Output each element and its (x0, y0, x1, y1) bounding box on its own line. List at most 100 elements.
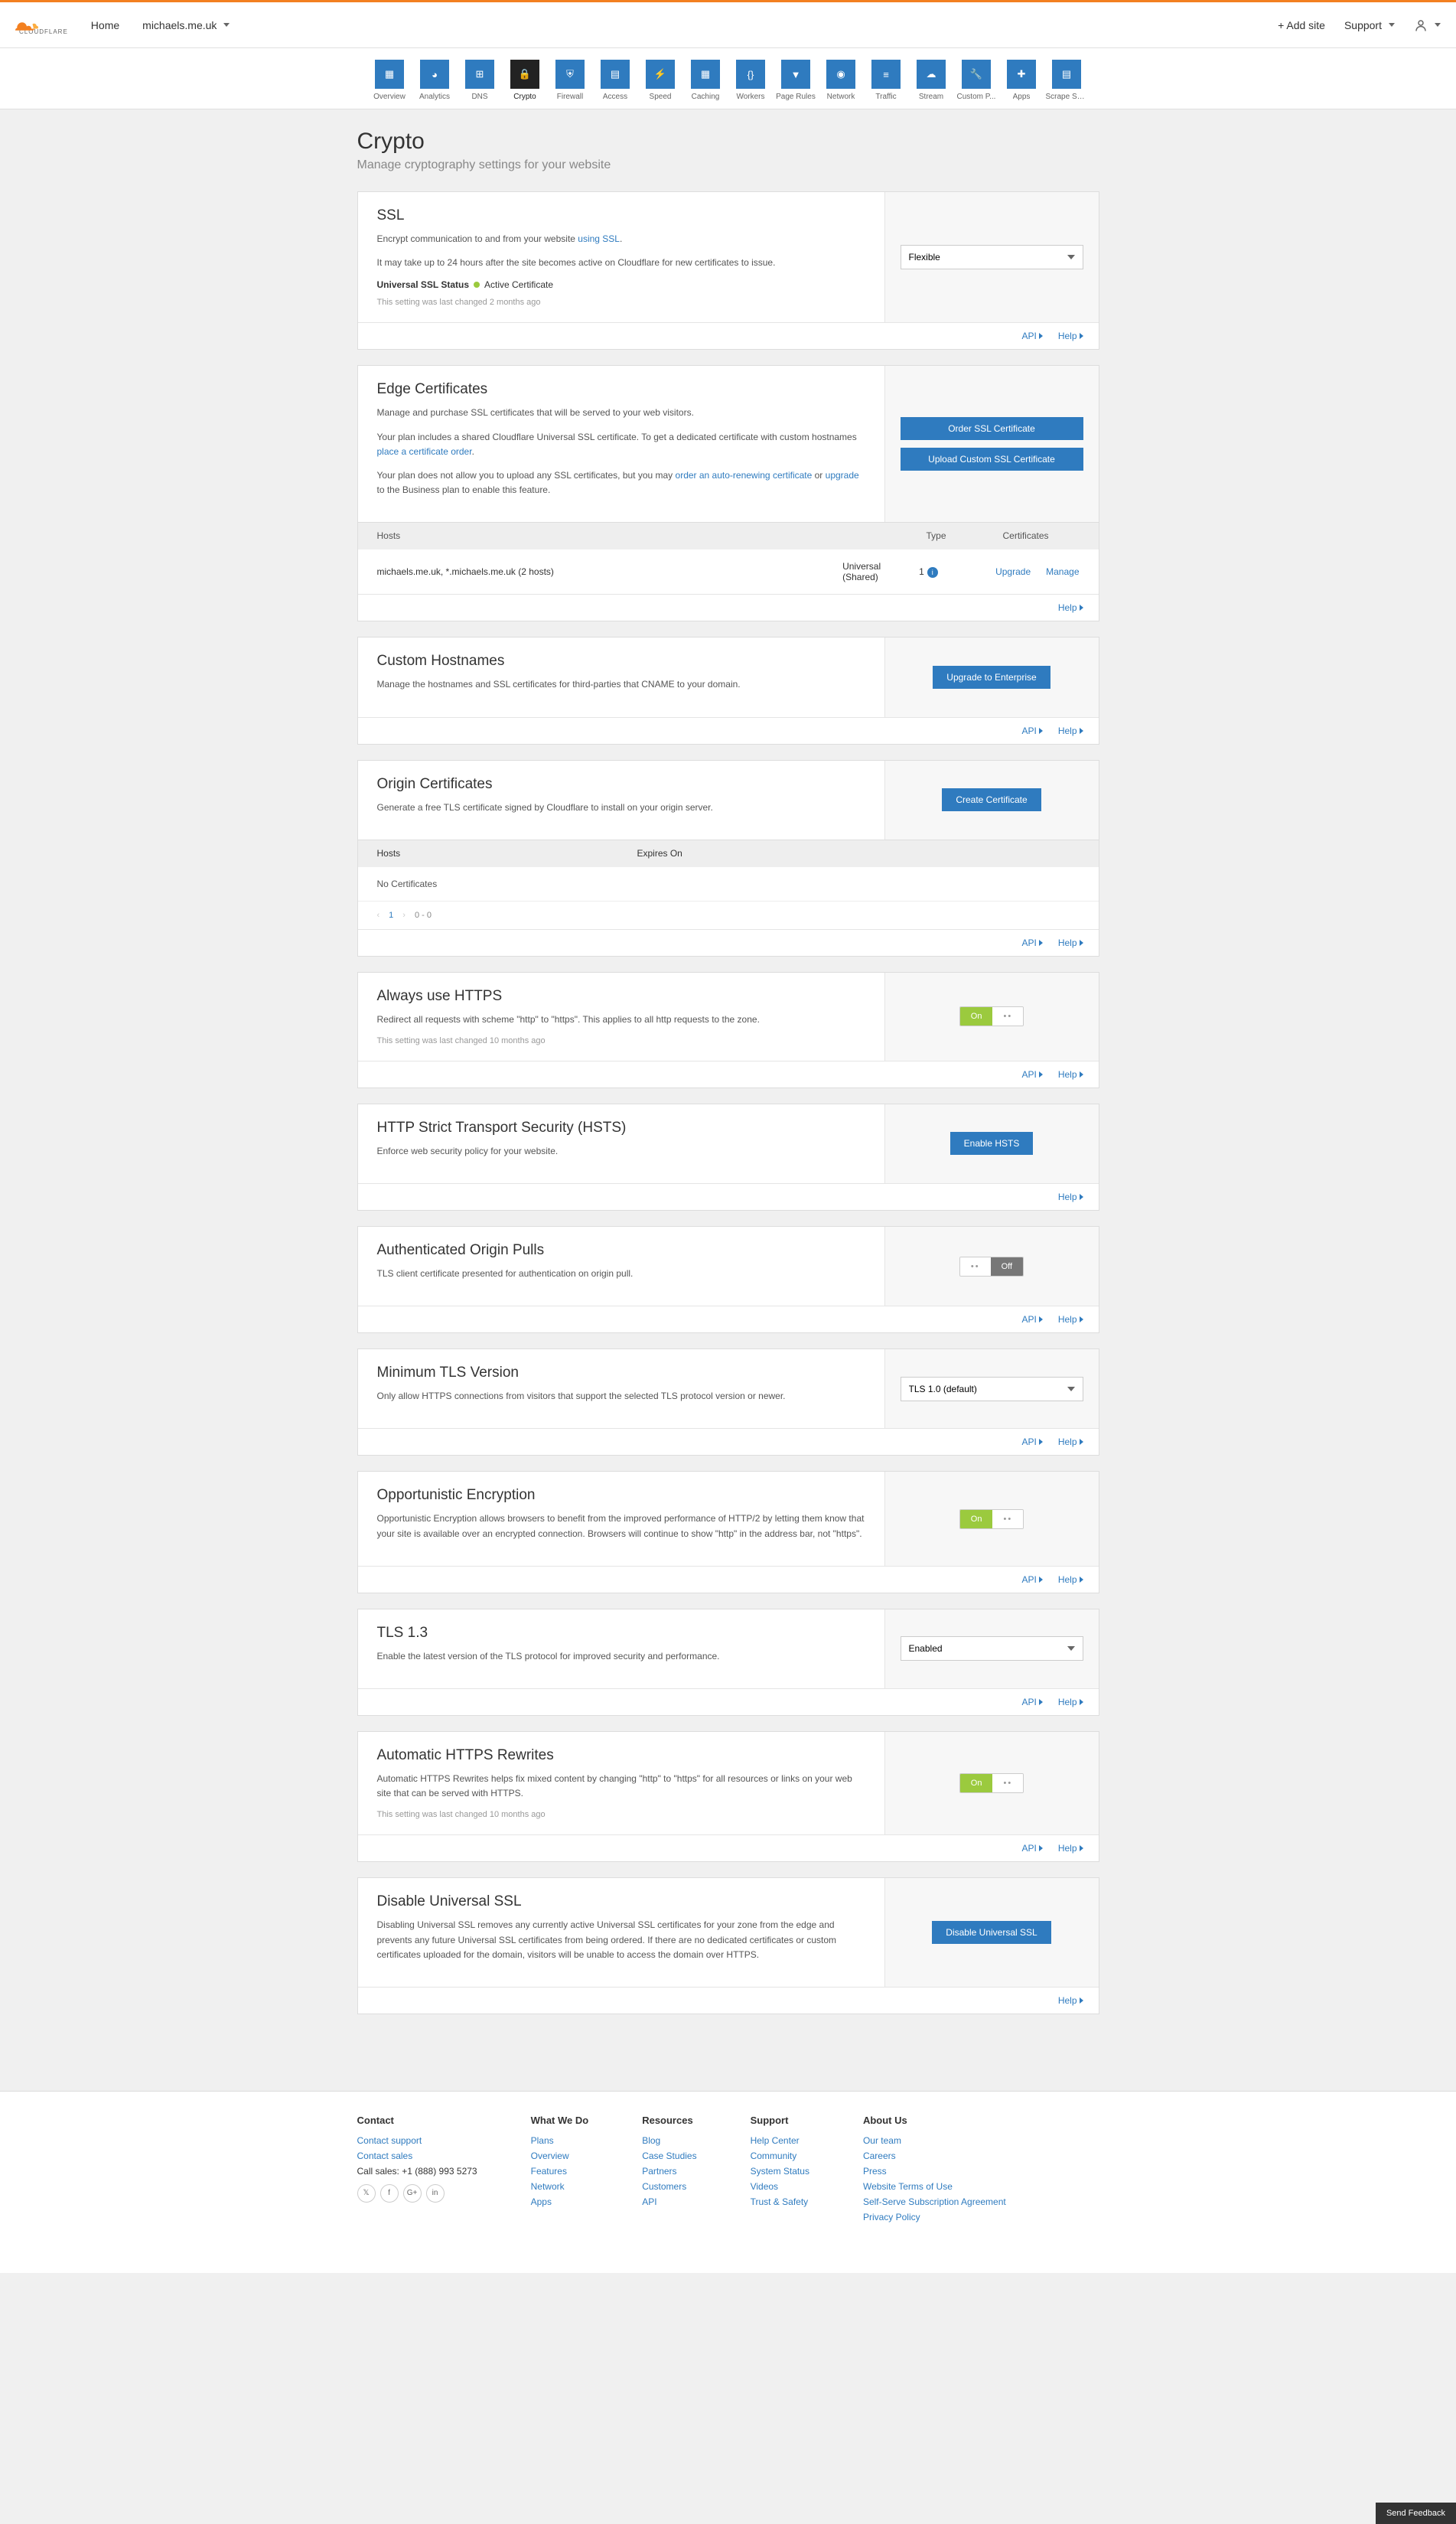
linkedin-icon[interactable]: in (426, 2184, 445, 2203)
min-tls-select[interactable]: TLS 1.0 (default) (901, 1377, 1083, 1401)
tab-crypto[interactable]: 🔒Crypto (504, 60, 546, 101)
footer-link[interactable]: Our team (863, 2135, 1006, 2146)
api-link[interactable]: API (1021, 1697, 1042, 1707)
page-prev[interactable]: ‹ (377, 911, 380, 920)
footer-link[interactable]: Contact support (357, 2135, 477, 2146)
tab-stream[interactable]: ☁Stream (910, 60, 953, 101)
footer-link[interactable]: System Status (751, 2166, 809, 2177)
support-link[interactable]: Support (1344, 19, 1395, 31)
card-title: Minimum TLS Version (377, 1365, 865, 1381)
site-footer: Contact Contact support Contact sales Ca… (0, 2091, 1456, 2273)
disable-universal-ssl-button[interactable]: Disable Universal SSL (932, 1921, 1050, 1944)
upgrade-enterprise-button[interactable]: Upgrade to Enterprise (933, 666, 1050, 689)
footer-link[interactable]: Network (531, 2181, 589, 2192)
help-link[interactable]: Help (1058, 1069, 1083, 1080)
tab-access[interactable]: ▤Access (594, 60, 637, 101)
tab-label: Scrape Sh... (1046, 93, 1088, 101)
auth-origin-toggle[interactable]: •• Off (959, 1257, 1024, 1277)
api-link[interactable]: API (1021, 726, 1042, 736)
footer-link[interactable]: Partners (642, 2166, 696, 2177)
auto-rewrites-toggle[interactable]: On •• (959, 1773, 1024, 1793)
enable-hsts-button[interactable]: Enable HSTS (950, 1132, 1034, 1155)
card-title: Authenticated Origin Pulls (377, 1242, 865, 1259)
tab-overview[interactable]: ▦Overview (369, 60, 411, 101)
api-link[interactable]: API (1021, 1314, 1042, 1325)
google-plus-icon[interactable]: G+ (403, 2184, 422, 2203)
help-link[interactable]: Help (1058, 1192, 1083, 1202)
add-site-link[interactable]: + Add site (1278, 19, 1325, 31)
home-link[interactable]: Home (91, 19, 119, 31)
api-link[interactable]: API (1021, 1574, 1042, 1585)
user-menu[interactable] (1414, 18, 1441, 32)
cert-upgrade-link[interactable]: Upgrade (995, 566, 1031, 577)
footer-link[interactable]: Case Studies (642, 2151, 696, 2161)
footer-link[interactable]: Self-Serve Subscription Agreement (863, 2196, 1006, 2207)
tab-pagerules[interactable]: ▼Page Rules (775, 60, 817, 101)
footer-link[interactable]: Contact sales (357, 2151, 477, 2161)
tab-scrapesh[interactable]: ▤Scrape Sh... (1046, 60, 1088, 101)
order-cert-link[interactable]: order an auto-renewing certificate (676, 470, 813, 481)
help-link[interactable]: Help (1058, 1843, 1083, 1854)
tab-firewall[interactable]: ⛨Firewall (549, 60, 591, 101)
footer-link[interactable]: Videos (751, 2181, 809, 2192)
tab-icon: ◉ (826, 60, 855, 89)
ssl-mode-select[interactable]: Flexible (901, 245, 1083, 269)
footer-link[interactable]: Overview (531, 2151, 589, 2161)
help-link[interactable]: Help (1058, 1697, 1083, 1707)
footer-link[interactable]: Plans (531, 2135, 589, 2146)
order-ssl-button[interactable]: Order SSL Certificate (901, 417, 1083, 440)
api-link[interactable]: API (1021, 1843, 1042, 1854)
tab-workers[interactable]: {}Workers (730, 60, 772, 101)
tab-network[interactable]: ◉Network (820, 60, 862, 101)
help-link[interactable]: Help (1058, 1574, 1083, 1585)
api-link[interactable]: API (1021, 1069, 1042, 1080)
footer-link[interactable]: Blog (642, 2135, 696, 2146)
api-link[interactable]: API (1021, 331, 1042, 341)
footer-link[interactable]: Apps (531, 2196, 589, 2207)
api-link[interactable]: API (1021, 1436, 1042, 1447)
always-https-toggle[interactable]: On •• (959, 1006, 1024, 1026)
place-order-link[interactable]: place a certificate order (377, 446, 472, 457)
footer-link[interactable]: Customers (642, 2181, 696, 2192)
footer-link[interactable]: Help Center (751, 2135, 809, 2146)
tls13-select[interactable]: Enabled (901, 1636, 1083, 1661)
tab-apps[interactable]: ✚Apps (1001, 60, 1043, 101)
ssl-link[interactable]: using SSL (578, 233, 620, 244)
help-link[interactable]: Help (1058, 602, 1083, 613)
footer-link[interactable]: Trust & Safety (751, 2196, 809, 2207)
footer-link[interactable]: Careers (863, 2151, 1006, 2161)
footer-link[interactable]: Press (863, 2166, 1006, 2177)
tab-icon: ✚ (1007, 60, 1036, 89)
send-feedback-button[interactable]: Send Feedback (1376, 2503, 1456, 2524)
api-link[interactable]: API (1021, 938, 1042, 948)
tab-analytics[interactable]: ◕Analytics (414, 60, 456, 101)
twitter-icon[interactable]: 𝕏 (357, 2184, 376, 2203)
caret-right-icon (1039, 1699, 1043, 1705)
cert-manage-link[interactable]: Manage (1046, 566, 1079, 577)
help-link[interactable]: Help (1058, 1436, 1083, 1447)
help-link[interactable]: Help (1058, 1314, 1083, 1325)
footer-link[interactable]: Website Terms of Use (863, 2181, 1006, 2192)
facebook-icon[interactable]: f (380, 2184, 399, 2203)
tab-speed[interactable]: ⚡Speed (640, 60, 682, 101)
footer-link[interactable]: API (642, 2196, 696, 2207)
footer-link[interactable]: Privacy Policy (863, 2212, 1006, 2222)
create-certificate-button[interactable]: Create Certificate (942, 788, 1041, 811)
help-link[interactable]: Help (1058, 1995, 1083, 2006)
page-next[interactable]: › (402, 911, 406, 920)
help-link[interactable]: Help (1058, 726, 1083, 736)
footer-link[interactable]: Features (531, 2166, 589, 2177)
tab-traffic[interactable]: ≡Traffic (865, 60, 907, 101)
footer-link[interactable]: Community (751, 2151, 809, 2161)
help-link[interactable]: Help (1058, 331, 1083, 341)
origin-certificates-card: Origin Certificates Generate a free TLS … (357, 760, 1099, 957)
opp-enc-toggle[interactable]: On •• (959, 1509, 1024, 1529)
tab-customp[interactable]: 🔧Custom P... (956, 60, 998, 101)
tab-caching[interactable]: ▦Caching (685, 60, 727, 101)
upgrade-link[interactable]: upgrade (826, 470, 859, 481)
help-link[interactable]: Help (1058, 938, 1083, 948)
tab-dns[interactable]: ⊞DNS (459, 60, 501, 101)
card-title: TLS 1.3 (377, 1625, 865, 1642)
domain-selector[interactable]: michaels.me.uk (142, 19, 230, 31)
upload-ssl-button[interactable]: Upload Custom SSL Certificate (901, 448, 1083, 471)
